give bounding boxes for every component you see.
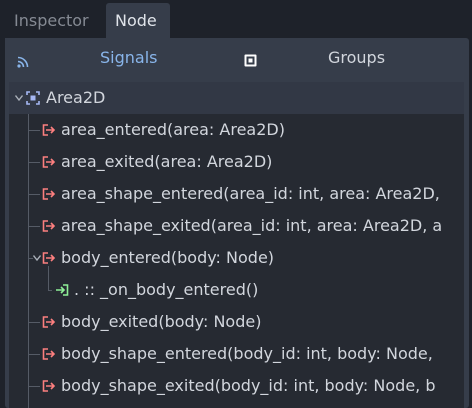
signal-body-shape-entered[interactable]: body_shape_entered(body_id: int, body: N…	[9, 338, 464, 370]
signal-body-exited[interactable]: body_exited(body: Node)	[9, 306, 464, 338]
chevron-down-icon[interactable]	[33, 255, 41, 261]
signal-label: area_shape_entered(area_id: int, area: A…	[61, 184, 440, 203]
tree-item-area2d[interactable]: Area2D	[9, 82, 464, 114]
signal-label: area_exited(area: Area2D)	[61, 152, 273, 171]
groups-tab[interactable]: Groups	[328, 48, 385, 67]
signal-icon	[42, 124, 56, 136]
node-dock-subtabs: Signals Groups	[5, 38, 469, 82]
signals-icon[interactable]	[17, 53, 29, 68]
node-dock-panel: Signals Groups Area2D area_entered(area:…	[5, 38, 469, 408]
signal-connection[interactable]: . :: _on_body_entered()	[9, 274, 464, 306]
signal-area-exited[interactable]: area_exited(area: Area2D)	[9, 146, 464, 178]
signal-body-shape-exited[interactable]: body_shape_exited(body_id: int, body: No…	[9, 370, 464, 402]
signals-tab[interactable]: Signals	[100, 48, 157, 67]
tab-inspector[interactable]: Inspector	[5, 3, 105, 38]
area2d-node-icon	[26, 91, 40, 105]
signal-label: body_exited(body: Node)	[61, 312, 262, 331]
signal-label: area_entered(area: Area2D)	[61, 120, 285, 139]
signal-label: body_entered(body: Node)	[61, 248, 275, 267]
signal-area-entered[interactable]: area_entered(area: Area2D)	[9, 114, 464, 146]
signal-label: body_shape_entered(body_id: int, body: N…	[61, 344, 433, 363]
signal-label: body_shape_exited(body_id: int, body: No…	[61, 376, 436, 395]
signal-area-shape-exited[interactable]: area_shape_exited(area_id: int, area: Ar…	[9, 210, 464, 242]
groups-icon[interactable]	[244, 52, 257, 67]
signal-icon	[42, 316, 56, 328]
signal-icon	[42, 156, 56, 168]
signal-icon	[42, 220, 56, 232]
signal-label: area_shape_exited(area_id: int, area: Ar…	[61, 216, 443, 235]
signal-icon	[42, 252, 56, 264]
connection-label: . :: _on_body_entered()	[74, 280, 259, 299]
signal-area-shape-entered[interactable]: area_shape_entered(area_id: int, area: A…	[9, 178, 464, 210]
tab-node[interactable]: Node	[106, 3, 170, 38]
signal-icon	[42, 380, 56, 392]
tree-item-label: Area2D	[46, 88, 106, 107]
signals-tree: Area2D area_entered(area: Area2D) area_e…	[9, 82, 464, 408]
slot-icon	[56, 284, 69, 296]
signal-icon	[42, 188, 56, 200]
signal-icon	[42, 348, 56, 360]
dock-tab-bar: Inspector Node	[0, 0, 472, 38]
chevron-down-icon[interactable]	[15, 95, 23, 101]
signal-body-entered[interactable]: body_entered(body: Node)	[9, 242, 464, 274]
